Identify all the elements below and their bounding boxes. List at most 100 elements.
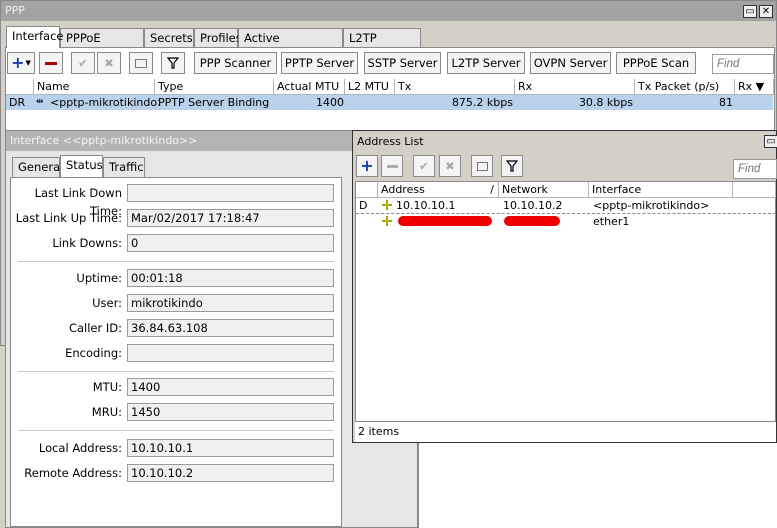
column-l2-mtu[interactable]: L2 MTU <box>345 79 395 95</box>
enable-button[interactable]: ✔ <box>71 52 95 74</box>
column-network[interactable]: Network <box>499 182 589 198</box>
encoding-field <box>127 344 334 362</box>
row-tx-packet: 81 <box>719 96 733 109</box>
ppp-scanner-button[interactable]: PPP Scanner <box>194 52 277 74</box>
tab-l2tp-secrets[interactable]: L2TP Secrets <box>343 28 421 64</box>
tab-general[interactable]: General <box>12 157 63 177</box>
row-interface: <pptp-mikrotikindo> <box>593 199 710 212</box>
table-row[interactable]: D 10.10.10.1 10.10.10.2 <pptp-mikrotikin… <box>356 198 776 213</box>
tab-traffic[interactable]: Traffic <box>103 157 145 177</box>
check-icon: ✔ <box>78 56 88 70</box>
column-tx-packet[interactable]: Tx Packet (p/s) <box>635 79 735 95</box>
mru-field: 1450 <box>127 403 334 421</box>
table-row[interactable]: ether1 <box>356 214 776 229</box>
comment-button[interactable] <box>471 155 493 177</box>
comment-button[interactable] <box>129 52 153 74</box>
row-name: <pptp-mikrotikindo> <box>50 96 159 109</box>
column-interface[interactable]: Interface <box>589 182 733 198</box>
desktop-background <box>418 443 777 528</box>
restore-button[interactable]: ▭ <box>743 5 757 18</box>
row-flag: D <box>359 199 368 212</box>
filter-button[interactable] <box>161 52 185 74</box>
remove-button[interactable] <box>39 52 63 74</box>
mtu-label: MTU: <box>92 380 122 394</box>
pppoe-scan-button[interactable]: PPPoE Scan <box>616 52 696 74</box>
column-address[interactable]: Address / <box>378 182 499 198</box>
remote-address-field: 10.10.10.2 <box>127 464 334 482</box>
close-button[interactable]: ✕ <box>759 5 773 18</box>
row-rx: 30.8 kbps <box>578 96 633 109</box>
row-l2-mtu <box>345 95 395 110</box>
column-tx[interactable]: Tx <box>395 79 515 95</box>
link-downs-field: 0 <box>127 234 334 252</box>
uptime-field: 00:01:18 <box>127 269 334 287</box>
column-name[interactable]: Name <box>34 79 155 95</box>
pptp-server-button[interactable]: PPTP Server <box>281 52 358 74</box>
plus-icon: + <box>11 53 25 72</box>
add-button[interactable]: + ▼ <box>7 52 35 74</box>
table-row[interactable]: DR ⇹ <pptp-mikrotikindo> PPTP Server Bin… <box>6 95 773 110</box>
tab-active-connections[interactable]: Active Connections <box>238 28 343 64</box>
filter-icon <box>506 160 518 172</box>
tab-interface[interactable]: Interface <box>6 26 64 48</box>
check-icon: ✔ <box>419 159 429 173</box>
user-label: User: <box>92 296 122 310</box>
address-list-window: Address List ▭ + ✔ ✖ Address / Network I… <box>352 130 777 443</box>
separator <box>18 261 334 262</box>
filter-icon <box>167 57 179 69</box>
comment-icon <box>476 161 488 171</box>
minus-icon <box>386 164 398 168</box>
minus-icon <box>45 61 57 65</box>
caller-id-label: Caller ID: <box>68 321 122 335</box>
redacted-network <box>504 216 560 226</box>
disable-button[interactable]: ✖ <box>97 52 121 74</box>
restore-button[interactable]: ▭ <box>764 135 777 148</box>
last-link-up-label: Last Link Up Time: <box>15 211 122 225</box>
disable-button[interactable]: ✖ <box>439 155 461 177</box>
remote-address-label: Remote Address: <box>24 466 122 480</box>
item-count: 2 items <box>358 425 400 438</box>
column-rx-packet[interactable]: Rx ▼ <box>735 79 774 95</box>
link-downs-label: Link Downs: <box>52 236 122 250</box>
remove-button[interactable] <box>381 155 403 177</box>
interface-title: Interface <<pptp-mikrotikindo>> <box>10 134 198 147</box>
add-button[interactable]: + <box>356 155 378 177</box>
user-field: mikrotikindo <box>127 294 334 312</box>
last-link-down-field <box>127 184 334 202</box>
local-address-label: Local Address: <box>38 441 122 455</box>
column-type[interactable]: Type <box>155 79 274 95</box>
l2tp-server-button[interactable]: L2TP Server <box>447 52 525 74</box>
ovpn-server-button[interactable]: OVPN Server <box>530 52 611 74</box>
address-icon <box>381 199 393 211</box>
address-list-title: Address List <box>357 135 424 148</box>
address-find-input[interactable] <box>733 159 777 179</box>
caller-id-field: 36.84.63.108 <box>127 319 334 337</box>
mru-label: MRU: <box>91 405 122 419</box>
column-actual-mtu[interactable]: Actual MTU <box>274 79 345 95</box>
tab-status[interactable]: Status <box>60 155 103 177</box>
sstp-server-button[interactable]: SSTP Server <box>364 52 441 74</box>
redacted-address <box>398 216 492 226</box>
cross-icon: ✖ <box>104 56 114 70</box>
row-flags: DR <box>9 96 26 109</box>
tab-profiles[interactable]: Profiles <box>194 28 242 48</box>
encoding-label: Encoding: <box>65 346 122 360</box>
tab-secrets[interactable]: Secrets <box>144 28 194 48</box>
row-interface: ether1 <box>593 215 630 228</box>
ppp-title-bar[interactable]: PPP <box>1 1 776 21</box>
column-flags[interactable] <box>6 79 34 95</box>
chevron-down-icon: ▼ <box>25 59 31 67</box>
column-rx[interactable]: Rx <box>515 79 635 95</box>
plus-icon: + <box>360 156 374 175</box>
address-list-title-bar[interactable]: Address List <box>353 131 776 151</box>
ppp-find-input[interactable] <box>712 54 774 74</box>
tab-pppoe-servers[interactable]: PPPoE Servers <box>60 28 144 64</box>
filter-button[interactable] <box>501 155 523 177</box>
comment-icon <box>135 58 147 68</box>
mtu-field: 1400 <box>127 378 334 396</box>
enable-button[interactable]: ✔ <box>413 155 435 177</box>
interface-icon: ⇹ <box>36 97 44 107</box>
column-extra[interactable] <box>733 182 776 198</box>
column-flag[interactable] <box>356 182 378 198</box>
separator <box>18 371 334 372</box>
